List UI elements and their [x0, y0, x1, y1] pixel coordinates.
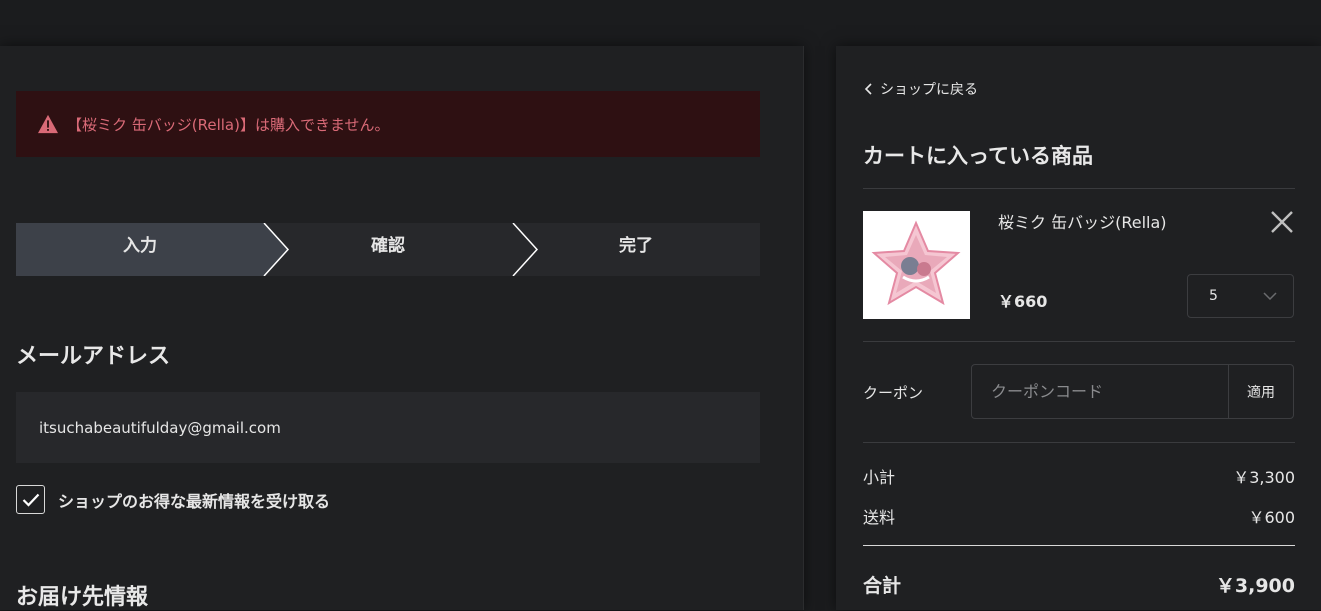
subtotal-label: 小計 [863, 468, 896, 487]
step-arrow-icon [263, 223, 290, 276]
newsletter-label: ショップのお得な最新情報を受け取る [58, 491, 331, 511]
quantity-select[interactable]: 5 [1187, 274, 1294, 318]
email-field-wrapper [16, 392, 760, 463]
shipping-fee-label: 送料 [863, 508, 896, 527]
checkout-steps: 入力 確認 完了 [16, 223, 760, 276]
step-input: 入力 [16, 223, 264, 276]
error-message: 【桜ミク 缶バッジ(Rella)】は購入できません。 [67, 115, 390, 134]
quantity-value: 5 [1209, 288, 1218, 304]
back-to-shop-label: ショップに戻る [880, 82, 978, 98]
divider [863, 442, 1295, 443]
cart-title: カートに入っている商品 [863, 144, 1093, 168]
coupon-code-input[interactable] [972, 365, 1228, 418]
total-label: 合計 [863, 575, 902, 597]
shipping-fee-value: ￥600 [1248, 508, 1295, 527]
product-name: 桜ミク 缶バッジ(Rella) [998, 213, 1167, 232]
check-icon [22, 493, 39, 507]
newsletter-checkbox[interactable] [16, 485, 45, 514]
email-section-title: メールアドレス [16, 344, 171, 369]
checkout-form-panel: 【桜ミク 缶バッジ(Rella)】は購入できません。 入力 確認 完了 メールア… [0, 46, 804, 610]
total-divider [863, 545, 1295, 546]
chevron-left-icon [864, 83, 872, 95]
subtotal-row: 小計 ￥3,300 [863, 464, 1295, 488]
product-price: ￥660 [998, 292, 1048, 311]
error-alert: 【桜ミク 缶バッジ(Rella)】は購入できません。 [16, 91, 760, 157]
product-image [863, 211, 970, 319]
subtotal-value: ￥3,300 [1233, 468, 1295, 487]
coupon-label: クーポン [863, 384, 924, 402]
cart-panel: ショップに戻る カートに入っている商品 桜ミク 缶バッジ(Rella) ￥660… [836, 46, 1321, 610]
divider [863, 188, 1295, 189]
close-icon [1271, 211, 1293, 233]
total-row: 合計 ￥3,900 [863, 571, 1295, 598]
step-confirm: 確認 [371, 236, 405, 256]
shipping-fee-row: 送料 ￥600 [863, 504, 1295, 528]
divider [863, 341, 1295, 342]
email-field[interactable] [37, 417, 721, 438]
newsletter-option[interactable]: ショップのお得な最新情報を受け取る [16, 485, 330, 514]
shipping-section-title: お届け先情報 [16, 585, 149, 610]
coupon-apply-button[interactable]: 適用 [1228, 365, 1293, 418]
back-to-shop-link[interactable]: ショップに戻る [864, 79, 978, 99]
warning-icon [38, 114, 58, 134]
total-value: ￥3,900 [1215, 575, 1295, 597]
remove-item-button[interactable] [1269, 209, 1295, 235]
step-arrow-icon [512, 223, 539, 276]
chevron-down-icon [1263, 292, 1277, 300]
coupon-field-wrapper: 適用 [971, 364, 1294, 419]
step-complete: 完了 [619, 236, 653, 256]
